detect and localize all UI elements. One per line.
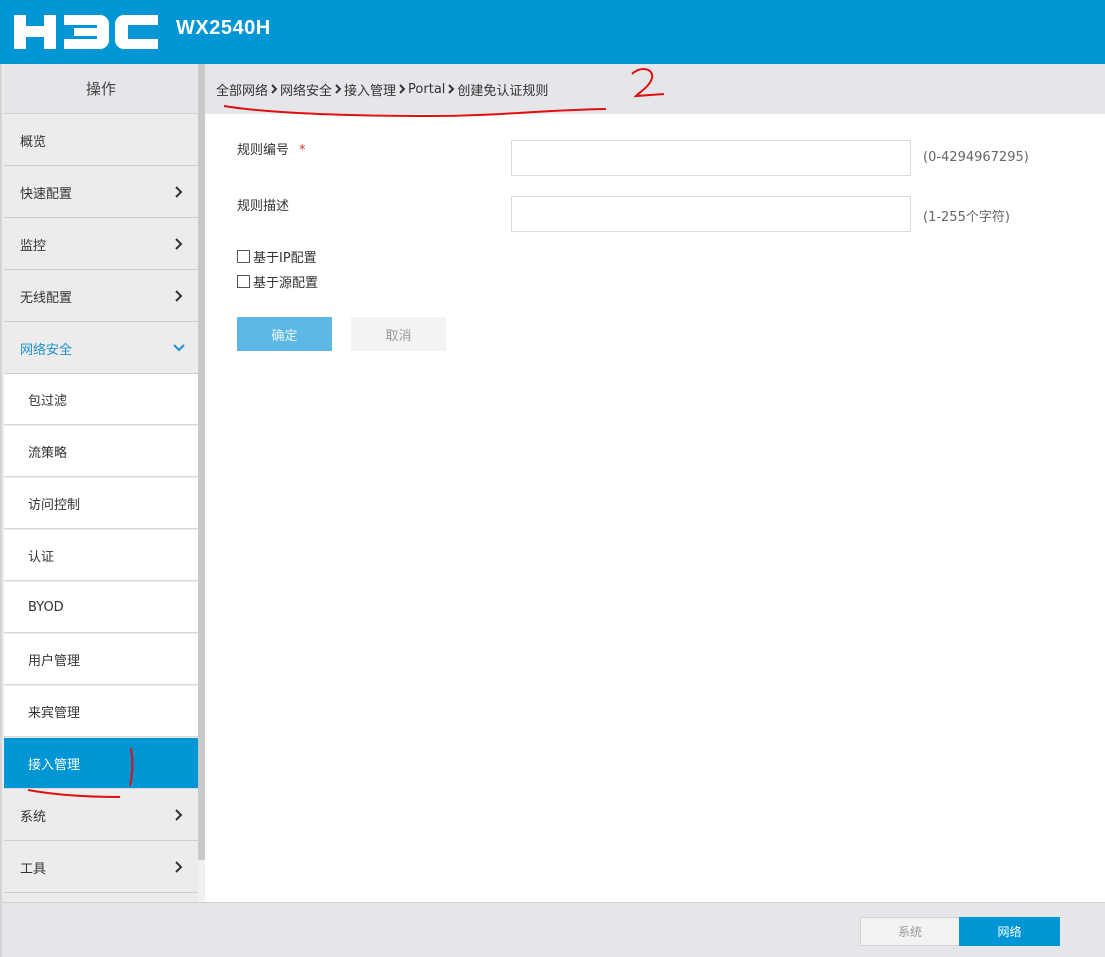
sidebar-subitem-label: BYOD [28, 599, 64, 615]
sidebar-item-monitor[interactable]: 监控 [4, 219, 198, 270]
system-mode-button[interactable]: 系统 [861, 918, 959, 945]
chevron-down-icon [173, 344, 185, 352]
sidebar-item-tools[interactable]: 工具 [4, 842, 198, 893]
view-mode-switch: 系统 网络 [860, 917, 1060, 946]
network-mode-button[interactable]: 网络 [959, 917, 1060, 946]
chevron-right-icon [271, 84, 278, 94]
sidebar-item-wireless-config[interactable]: 无线配置 [4, 271, 198, 322]
sidebar-subitem-label: 来宾管理 [28, 705, 81, 721]
sidebar-subitem-label: 访问控制 [28, 497, 81, 513]
sidebar-subitem-access-management[interactable]: 接入管理 [4, 738, 198, 789]
rule-id-label: 规则编号 * [237, 139, 306, 158]
create-rule-form: 规则编号 * (0-4294967295) 规则描述 (1-255个字符) 基于I… [205, 114, 1105, 902]
ip-based-config-label: 基于IP配置 [253, 251, 317, 266]
sidebar-item-label: 网络安全 [20, 342, 73, 358]
breadcrumb: 全部网络 网络安全 接入管理 Portal 创建免认证规则 [205, 64, 1105, 114]
chevron-right-icon [448, 84, 455, 94]
sidebar-title: 操作 [4, 64, 198, 114]
rule-desc-input[interactable] [511, 196, 911, 232]
rule-desc-label: 规则描述 [237, 199, 290, 214]
breadcrumb-item-portal[interactable]: Portal [408, 82, 445, 97]
breadcrumb-item-access-management[interactable]: 接入管理 [344, 80, 396, 99]
sidebar-item-overview[interactable]: 概览 [4, 115, 198, 166]
bottom-bar: 系统 网络 [0, 902, 1105, 957]
sidebar-subitem-guest-management[interactable]: 来宾管理 [4, 686, 198, 737]
sidebar-subitem-authentication[interactable]: 认证 [4, 530, 198, 581]
chevron-right-icon [175, 186, 183, 198]
chevron-right-icon [175, 238, 183, 250]
sidebar-item-label: 监控 [20, 238, 47, 254]
required-mark: * [299, 143, 306, 158]
sidebar-item-label: 工具 [20, 861, 47, 877]
ip-based-config-option[interactable]: 基于IP配置 [237, 247, 317, 266]
sidebar-subitem-label: 包过滤 [28, 393, 68, 409]
cancel-button[interactable]: 取消 [351, 317, 446, 351]
sidebar-subitem-label: 流策略 [28, 445, 68, 461]
breadcrumb-item-current: 创建免认证规则 [457, 83, 549, 99]
sidebar-item-quick-config[interactable]: 快速配置 [4, 167, 198, 218]
sidebar: 操作 概览 快速配置 监控 无线配置 网络安全 包过滤 流策略 访问控制 认证 … [0, 64, 207, 902]
sidebar-item-system[interactable]: 系统 [4, 790, 198, 841]
sidebar-subitem-byod[interactable]: BYOD [4, 582, 198, 633]
source-based-config-option[interactable]: 基于源配置 [237, 272, 318, 291]
chevron-right-icon [175, 809, 183, 821]
top-header: WX2540H [0, 0, 1105, 64]
confirm-button[interactable]: 确定 [237, 317, 332, 351]
rule-id-range-hint: (0-4294967295) [923, 150, 1029, 165]
sidebar-item-label: 概览 [20, 134, 47, 150]
source-based-config-checkbox[interactable] [237, 275, 250, 288]
sidebar-subitem-packet-filter[interactable]: 包过滤 [4, 374, 198, 425]
sidebar-subitem-access-control[interactable]: 访问控制 [4, 478, 198, 529]
sidebar-subitem-flow-policy[interactable]: 流策略 [4, 426, 198, 477]
h3c-logo [14, 15, 158, 49]
ip-based-config-checkbox[interactable] [237, 250, 250, 263]
breadcrumb-item-all-networks[interactable]: 全部网络 [216, 80, 268, 99]
rule-id-label-text: 规则编号 [237, 143, 290, 158]
sidebar-subitem-user-management[interactable]: 用户管理 [4, 634, 198, 685]
rule-desc-length-hint: (1-255个字符) [923, 210, 1010, 225]
sidebar-scrollbar-thumb[interactable] [198, 64, 205, 860]
sidebar-subitem-label: 认证 [28, 549, 55, 565]
breadcrumb-item-network-security[interactable]: 网络安全 [280, 80, 332, 99]
sidebar-item-network-security[interactable]: 网络安全 [4, 323, 198, 374]
chevron-right-icon [175, 290, 183, 302]
sidebar-subitem-label: 接入管理 [28, 757, 81, 773]
sidebar-item-label: 快速配置 [20, 186, 73, 202]
chevron-right-icon [175, 861, 183, 873]
sidebar-item-label: 无线配置 [20, 290, 73, 306]
sidebar-subitem-label: 用户管理 [28, 653, 81, 669]
rule-id-input[interactable] [511, 140, 911, 176]
device-model: WX2540H [176, 17, 271, 39]
chevron-right-icon [335, 84, 342, 94]
source-based-config-label: 基于源配置 [253, 276, 319, 291]
chevron-right-icon [399, 84, 406, 94]
sidebar-item-label: 系统 [20, 809, 47, 825]
